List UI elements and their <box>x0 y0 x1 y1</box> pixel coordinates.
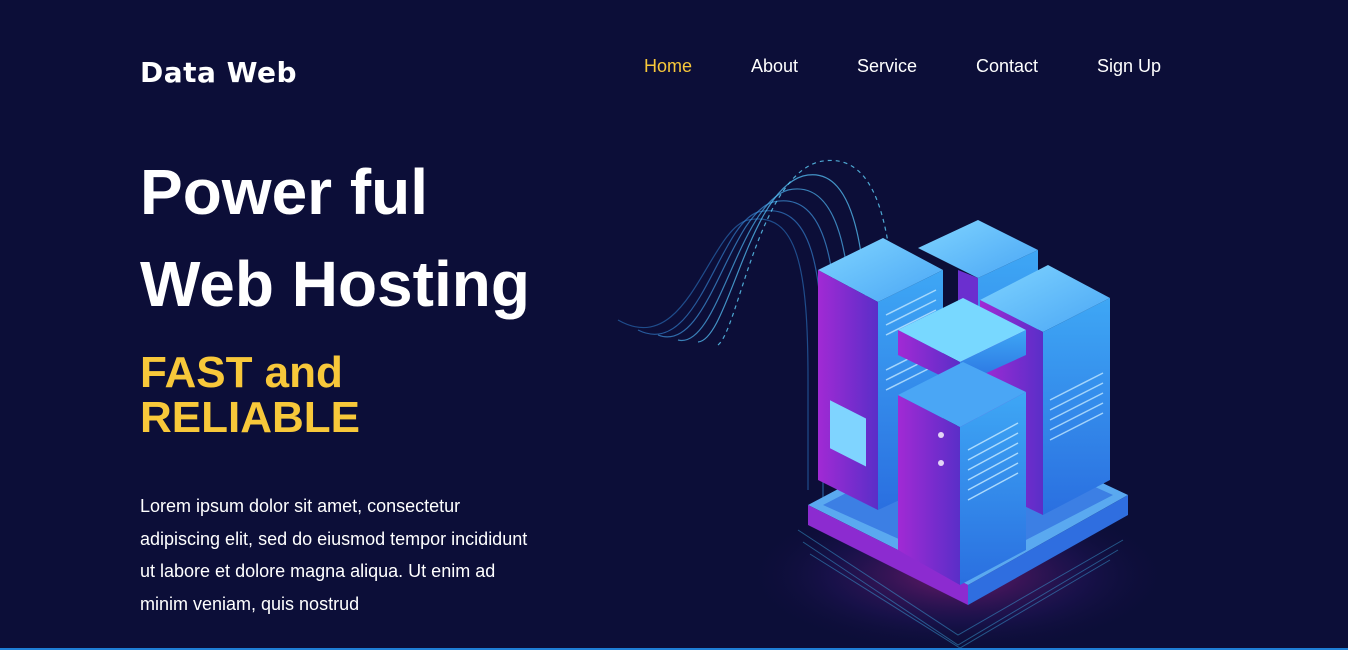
hero-title-line-2: Web Hosting <box>140 248 530 320</box>
hero-subtitle-line-2: RELIABLE <box>140 393 360 442</box>
hero-subtitle-line-1: FAST and <box>140 348 343 397</box>
nav-about[interactable]: About <box>751 56 798 77</box>
hero-description-line: minim veniam, quis nostrud <box>140 593 360 614</box>
server-racks-illustration <box>617 159 1173 650</box>
server-rack-front <box>898 298 1026 585</box>
nav-home[interactable]: Home <box>644 56 692 77</box>
logo[interactable]: Data Web <box>140 56 297 89</box>
hero-description-line: ut labore et dolore magna aliqua. Ut eni… <box>140 561 496 581</box>
hero-subtitle: FAST and RELIABLE <box>140 350 360 440</box>
hero-description-line: Lorem ipsum dolor sit amet, consectetur <box>140 496 461 516</box>
landing-page: Data Web Home About Service Contact Sign… <box>0 0 1348 650</box>
hero-title-line-1: Power ful <box>140 156 429 228</box>
hero-title: Power ful Web Hosting <box>140 146 530 330</box>
hero-description: Lorem ipsum dolor sit amet, consectetur … <box>140 490 580 620</box>
nav-service[interactable]: Service <box>857 56 917 77</box>
hero-description-line: adipiscing elit, sed do eiusmod tempor i… <box>140 528 528 549</box>
nav-contact[interactable]: Contact <box>976 56 1038 77</box>
nav-sign-up[interactable]: Sign Up <box>1097 56 1161 77</box>
